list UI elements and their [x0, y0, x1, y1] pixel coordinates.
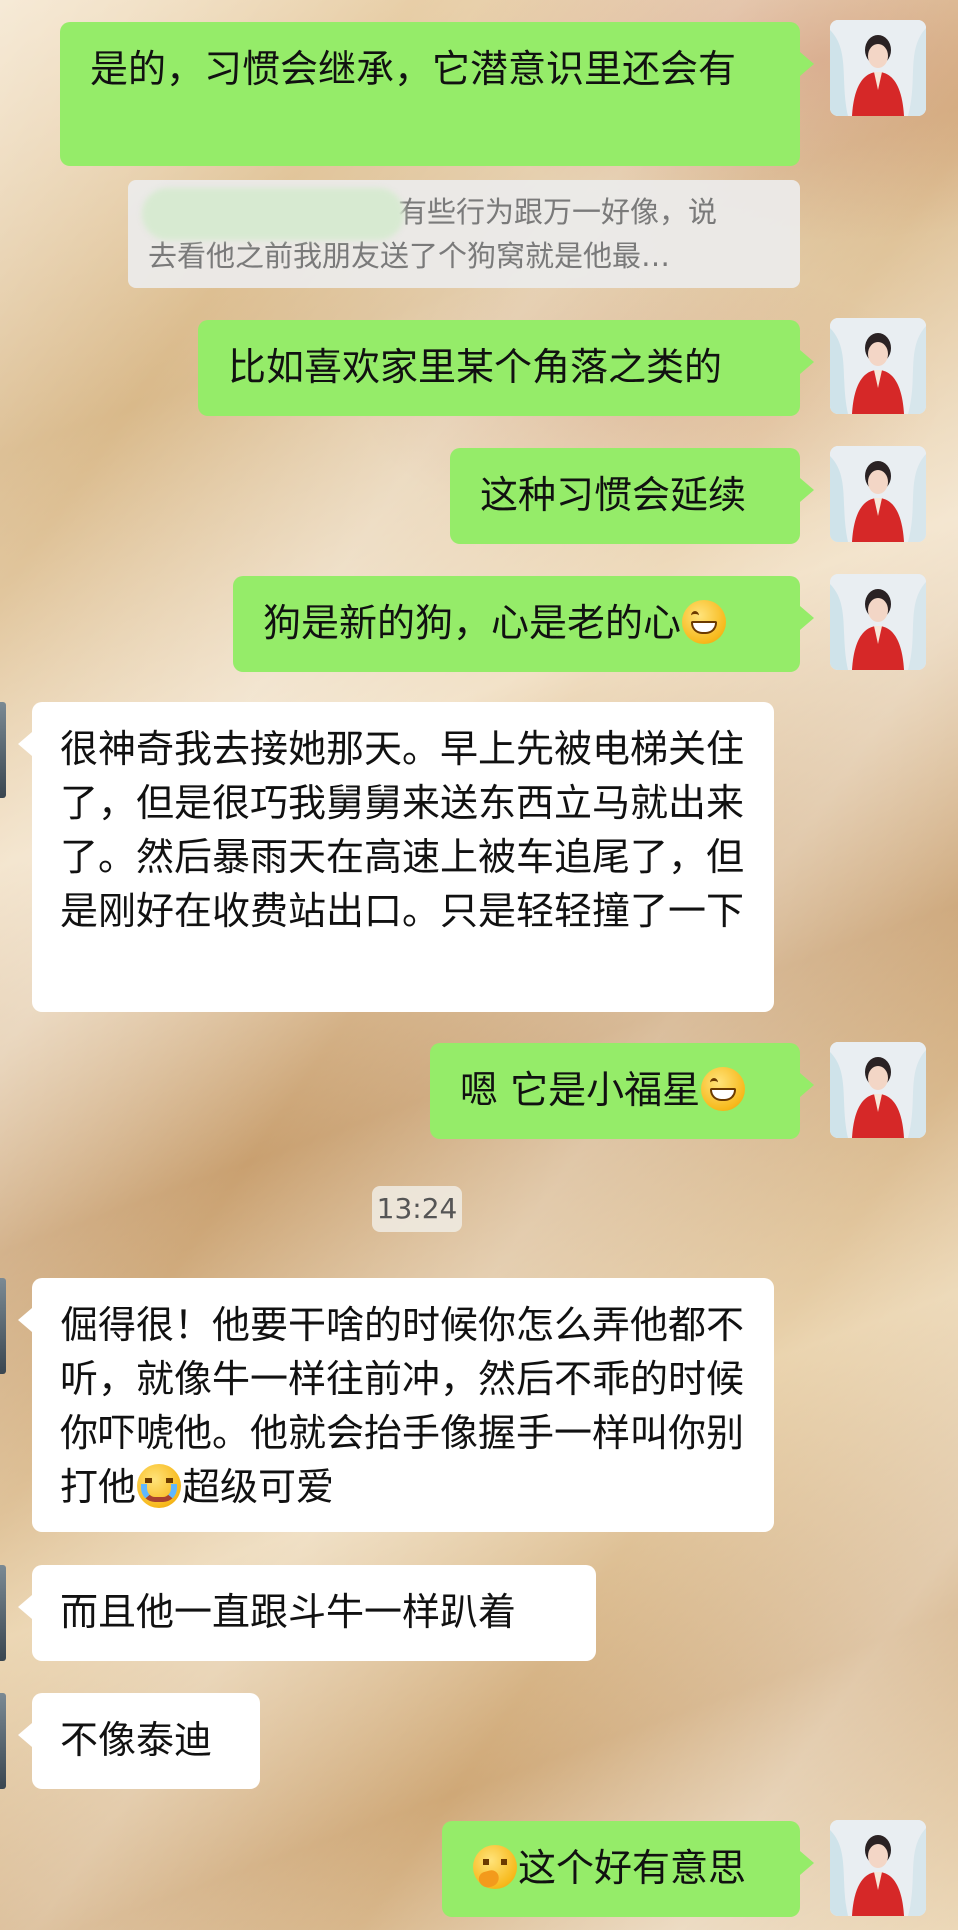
message-bubble-incoming[interactable]: 不像泰迪	[18, 1693, 260, 1789]
avatar-portrait-icon	[830, 1042, 926, 1138]
message-bubble-outgoing[interactable]: 狗是新的狗，心是老的心	[233, 576, 814, 672]
avatar-portrait-icon	[830, 318, 926, 414]
grinning-face-emoji	[701, 1067, 746, 1111]
my-avatar[interactable]	[830, 1820, 926, 1916]
message-bubble-incoming[interactable]: 很神奇我去接她那天。早上先被电梯关住了，但是很巧我舅舅来送东西立马就出来了。然后…	[18, 702, 774, 1012]
message-bubble-outgoing[interactable]: 嗯 它是小福星	[430, 1043, 814, 1139]
message-bubble-outgoing[interactable]: 是的，习惯会继承，它潜意识里还会有	[60, 22, 814, 166]
message-text: 狗是新的狗，心是老的心	[263, 601, 682, 645]
my-avatar[interactable]	[830, 20, 926, 116]
message-text: 嗯 它是小福星	[460, 1068, 701, 1112]
message-text: 很神奇我去接她那天。早上先被电梯关住了，但是很巧我舅舅来送东西立马就出来了。然后…	[60, 727, 745, 933]
avatar-portrait-icon	[830, 20, 926, 116]
contact-avatar[interactable]	[0, 1278, 6, 1374]
chat-area[interactable]: 是的，习惯会继承，它潜意识里还会有 有些行为跟万一好像，说 去看他之前我朋友送了…	[0, 0, 958, 1930]
quote-line-2: 去看他之前我朋友送了个狗窝就是他最…	[148, 239, 671, 273]
message-text: 不像泰迪	[60, 1718, 213, 1762]
contact-avatar[interactable]	[0, 1693, 6, 1789]
my-avatar[interactable]	[830, 574, 926, 670]
message-bubble-outgoing[interactable]: 这种习惯会延续	[450, 448, 814, 544]
message-bubble-outgoing[interactable]: 比如喜欢家里某个角落之类的	[198, 320, 814, 416]
thinking-face-emoji	[473, 1845, 517, 1889]
message-timestamp: 13:24	[372, 1186, 462, 1232]
avatar-portrait-icon	[830, 1820, 926, 1916]
message-text: 这种习惯会延续	[480, 473, 747, 517]
contact-avatar[interactable]	[0, 1565, 6, 1661]
blurred-sender-name	[142, 188, 404, 240]
contact-avatar[interactable]	[0, 702, 6, 798]
message-bubble-incoming[interactable]: 而且他一直跟斗牛一样趴着	[18, 1565, 596, 1661]
message-text-suffix: 超级可爱	[182, 1465, 335, 1509]
message-bubble-outgoing[interactable]: 这个好有意思	[442, 1821, 814, 1917]
avatar-portrait-icon	[830, 574, 926, 670]
message-text: 比如喜欢家里某个角落之类的	[228, 345, 723, 389]
message-text: 是的，习惯会继承，它潜意识里还会有	[90, 47, 737, 91]
message-text: 这个好有意思	[518, 1846, 747, 1890]
grinning-face-emoji	[682, 600, 727, 644]
crying-face-emoji	[137, 1464, 182, 1508]
avatar-portrait-icon	[830, 446, 926, 542]
quoted-message[interactable]: 有些行为跟万一好像，说 去看他之前我朋友送了个狗窝就是他最…	[128, 180, 800, 288]
my-avatar[interactable]	[830, 318, 926, 414]
message-text: 而且他一直跟斗牛一样趴着	[60, 1590, 517, 1634]
my-avatar[interactable]	[830, 446, 926, 542]
message-bubble-incoming[interactable]: 倔得很！他要干啥的时候你怎么弄他都不听，就像牛一样往前冲，然后不乖的时候你吓唬他…	[18, 1278, 774, 1532]
my-avatar[interactable]	[830, 1042, 926, 1138]
